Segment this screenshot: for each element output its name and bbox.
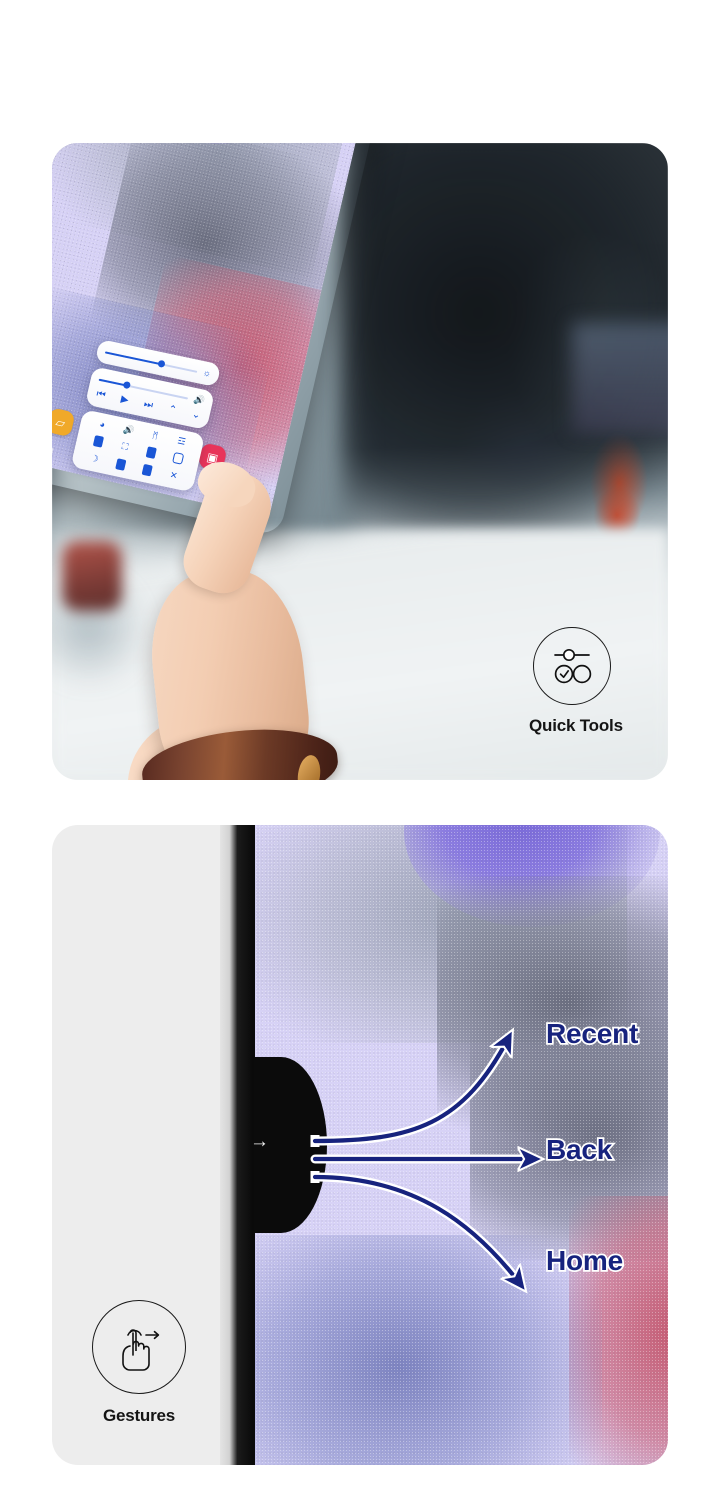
play-icon[interactable]: ▶: [120, 394, 130, 406]
swipe-hand-icon: [92, 1300, 186, 1394]
battery-icon[interactable]: [141, 463, 153, 477]
my-files-glyph: ▱: [54, 414, 67, 431]
previous-track-icon[interactable]: ⏮: [95, 389, 106, 402]
quick-tools-glyph: [554, 648, 592, 684]
rounded-square-icon[interactable]: [171, 451, 184, 465]
brightness-icon: ☼: [201, 367, 213, 379]
screen-icon[interactable]: [115, 458, 127, 471]
next-track-icon[interactable]: ⏭: [143, 399, 154, 412]
brightness-knob: [157, 359, 167, 369]
bluetooth-icon[interactable]: ᛗ: [151, 430, 159, 441]
volume-knob: [123, 381, 132, 390]
street-sign-blur: [572, 323, 668, 433]
gesture-label-home: Home: [544, 1243, 625, 1278]
gesture-label-recent: Recent: [544, 1016, 640, 1051]
device-icon[interactable]: [145, 446, 157, 459]
chevron-down-icon[interactable]: ⌄: [191, 409, 202, 421]
volume-toggle-icon[interactable]: 🔊: [122, 424, 135, 436]
toggle-grid: ◕ 🔊 ᛗ ☲ ⛶ ☽ ✕: [80, 418, 196, 484]
close-icon[interactable]: ✕: [169, 470, 179, 481]
wifi-icon[interactable]: ◕: [99, 419, 107, 430]
swipe-hint-arrow: →: [250, 1131, 269, 1152]
chevron-up-icon[interactable]: ⌃: [167, 404, 178, 416]
quick-tools-badge: Quick Tools: [529, 627, 623, 736]
background-cup: [62, 541, 122, 611]
quick-tools-label: Quick Tools: [529, 716, 623, 735]
recents-button[interactable]: |||: [52, 445, 56, 459]
my-files-icon[interactable]: ▱: [52, 407, 76, 438]
scan-icon[interactable]: ⛶: [121, 441, 129, 452]
dark-mode-icon[interactable]: ☽: [89, 453, 99, 464]
gestures-label: Gestures: [102, 1406, 176, 1425]
gestures-badge: Gestures: [90, 1300, 188, 1426]
quick-tools-icon: [533, 627, 611, 705]
volume-icon: 🔊: [192, 393, 206, 406]
vibrate-icon[interactable]: ☲: [177, 435, 187, 446]
gesture-label-back: Back: [544, 1132, 614, 1167]
swipe-hand-glyph: [122, 1329, 160, 1371]
screen-capture-icon[interactable]: [92, 435, 105, 448]
brightness-fill: [104, 351, 163, 366]
page-root: 12:45 ◉ ▱ ✆ ••• ● ▣ ||| ‹: [0, 0, 720, 1506]
